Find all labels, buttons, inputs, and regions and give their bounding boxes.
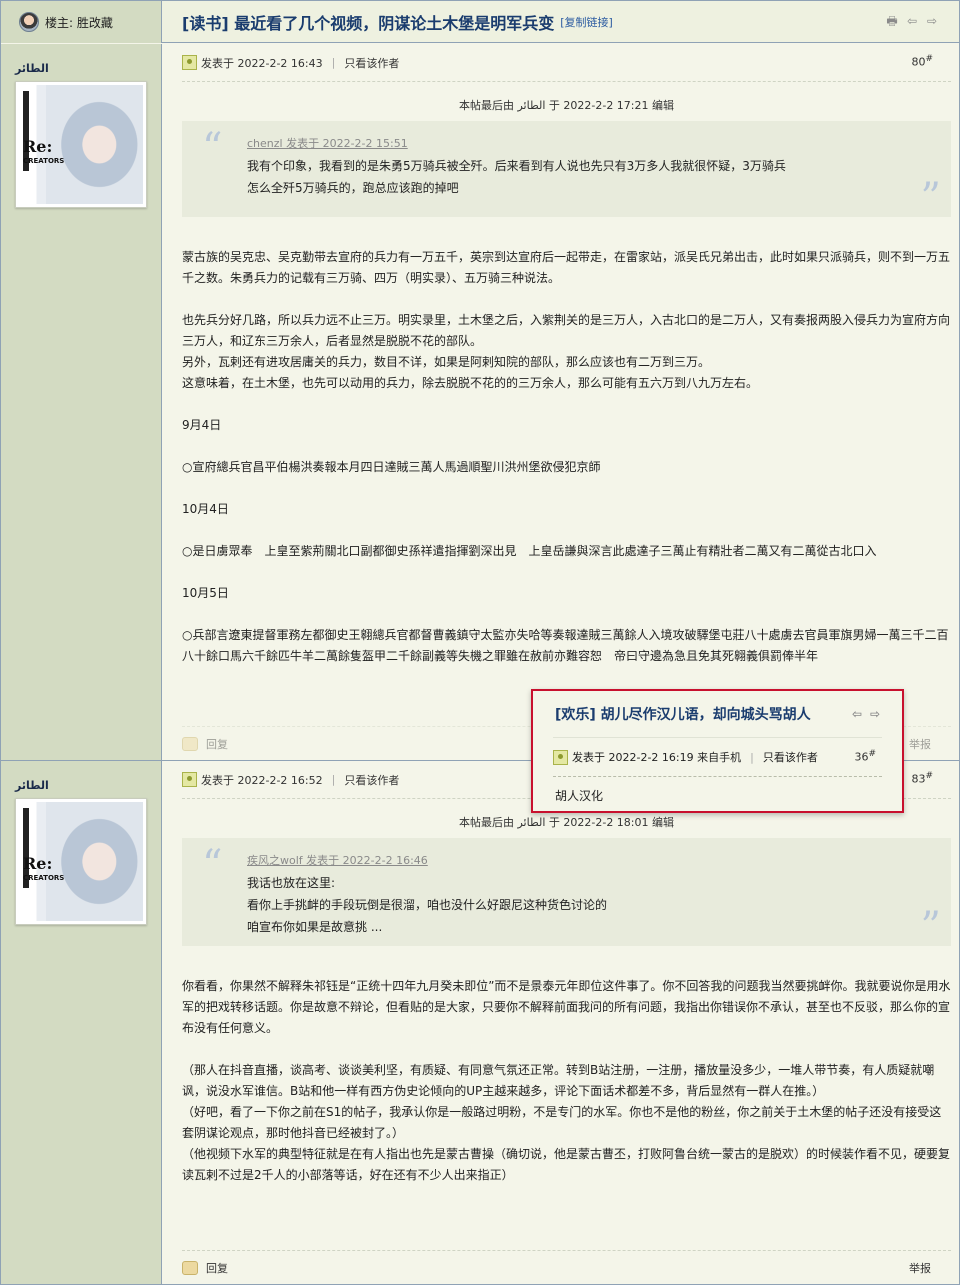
meta-divider: | (331, 56, 336, 69)
quote-open-icon: “ (202, 842, 223, 888)
body-paragraph: ○是日虜眾奉 上皇至紫荊關北口副都御史孫祥遣指揮劉深出見 上皇岳謙與深言此處達子… (182, 544, 877, 558)
thread-author-cell: 楼主: 胜改藏 (1, 1, 162, 43)
thread-author-label[interactable]: 楼主: 胜改藏 (45, 14, 113, 31)
popup-body: 胡人汉化 (555, 789, 604, 803)
post-body: 蒙古族的吴克忠、吴克勤带去宣府的兵力有一万五千，英宗到达宣府后一起带走，在雷家站… (182, 247, 951, 667)
thread-header: 楼主: 胜改藏 [读书] 最近看了几个视频，阴谋论土木堡是明军兵变 [复制链接]… (1, 1, 959, 43)
meta-divider: | (750, 750, 754, 764)
quote-block: “ chenzl 发表于 2022-2-2 15:51 我有个印象，我看到的是朱… (182, 121, 951, 221)
body-paragraph: 蒙古族的吴克忠、吴克勤带去宣府的兵力有一万五千，英宗到达宣府后一起带走，在雷家站… (182, 250, 951, 285)
body-paragraph: 10月5日 (182, 586, 229, 600)
quote-line: 怎么全歼5万骑兵的，跑总应该跑的掉吧 (247, 181, 459, 195)
post-author-sidebar: الطائر Re: CREATORS (1, 761, 162, 1284)
only-author-link[interactable]: 只看该作者 (344, 55, 399, 71)
body-paragraph (182, 436, 951, 457)
body-paragraph (182, 478, 951, 499)
forum-thread-page: 楼主: 胜改藏 [读书] 最近看了几个视频，阴谋论土木堡是明军兵变 [复制链接]… (0, 0, 960, 1285)
quote-line: 咱宣布你如果是故意挑 ... (247, 920, 383, 934)
reply-button[interactable]: 回复 (206, 1260, 228, 1276)
edit-note: 本帖最后由 الطائر 于 2022-2-2 18:01 编辑 (458, 816, 675, 829)
quote-open-icon: “ (202, 125, 223, 171)
thread-title[interactable]: [读书] 最近看了几个视频，阴谋论土木堡是明军兵变 (182, 10, 554, 34)
post-83: الطائر Re: CREATORS 发表于 2022-2-2 16:52 |… (1, 761, 959, 1284)
post-content: 发表于 2022-2-2 16:52 | 只看该作者 83# 本帖最后由 الط… (162, 761, 959, 1284)
meta-divider: | (331, 773, 336, 786)
quote-close-icon: ” (920, 175, 941, 221)
body-paragraph (182, 520, 951, 541)
floor-number-value: 83 (911, 772, 926, 786)
quote-source-link[interactable]: 疾风之wolf 发表于 2022-2-2 16:46 (247, 852, 911, 868)
post-date: 发表于 2022-2-2 16:52 (201, 773, 323, 787)
body-paragraph: 9月4日 (182, 418, 222, 432)
quote-line: 看你上手挑衅的手段玩倒是很溜，咱也没什么好跟尼这种货色讨论的 (247, 898, 608, 912)
popup-title-row: [欢乐] 胡儿尽作汉儿语，却向城头骂胡人 ⇦ ⇨ (533, 691, 902, 737)
body-paragraph (182, 394, 951, 415)
floor-number-value: 80 (911, 55, 926, 69)
body-paragraph: 也先兵分好几路，所以兵力远不止三万。明实录里，土木堡之后，入紫荆关的是三万人，入… (182, 313, 951, 348)
popup-only-author-link[interactable]: 只看该作者 (763, 749, 818, 765)
thread-nav-icons: 🖶 ⇦ ⇨ (885, 14, 939, 28)
post-80: الطائر Re: CREATORS 发表于 2022-2-2 16:43 |… (1, 44, 959, 760)
avatar[interactable]: Re: CREATORS (15, 798, 147, 925)
body-paragraph: （好吧，看了一下你之前在S1的帖子，我承认你是一般路过明粉，不是专门的水军。你也… (182, 1105, 942, 1140)
linked-post-popup[interactable]: [欢乐] 胡儿尽作汉儿语，却向城头骂胡人 ⇦ ⇨ 发表于 2022-2-2 16… (531, 689, 904, 813)
body-paragraph: ○兵部言遼東提督軍務左都御史王翱總兵官都督曹義鎮守太監亦失哈等奏報達賊三萬餘人入… (182, 628, 949, 663)
author-avatar-icon[interactable] (19, 12, 39, 32)
thread-title-cell: [读书] 最近看了几个视频，阴谋论土木堡是明军兵变 [复制链接] 🖶 ⇦ ⇨ (162, 1, 959, 42)
print-icon[interactable]: 🖶 (885, 14, 899, 28)
popup-floor-number[interactable]: 36# (854, 749, 876, 764)
floor-number[interactable]: 83# (911, 771, 933, 786)
quote-line: 我话也放在这里: (247, 876, 336, 890)
body-paragraph: 另外，瓦剌还有进攻居庸关的兵力，数目不详，如果是阿剌知院的部队，那么应该也有二万… (182, 355, 711, 369)
floor-number[interactable]: 80# (911, 54, 933, 69)
body-paragraph (182, 1039, 951, 1060)
body-paragraph: （他视频下水军的典型特征就是在有人指出也先是蒙古曹操（确切说，他是蒙古曹丕，打败… (182, 1147, 951, 1182)
post-date: 发表于 2022-2-2 16:43 (201, 56, 323, 70)
edit-note: 本帖最后由 الطائر 于 2022-2-2 17:21 编辑 (458, 99, 675, 112)
copy-link-button[interactable]: [复制链接] (560, 14, 613, 30)
next-arrow-icon[interactable]: ⇨ (868, 707, 882, 721)
quote-line: 我有个印象，我看到的是朱勇5万骑兵被全歼。后来看到有人说也先只有3万多人我就很怀… (247, 159, 786, 173)
popup-floor-number-value: 36 (854, 750, 869, 764)
report-button[interactable]: 举报 (909, 736, 931, 752)
quote-block: “ 疾风之wolf 发表于 2022-2-2 16:46 我话也放在这里: 看你… (182, 838, 951, 950)
prev-arrow-icon[interactable]: ⇦ (905, 14, 919, 28)
popup-nav: ⇦ ⇨ (850, 707, 882, 721)
reply-icon[interactable] (182, 1260, 198, 1275)
post-footer: 回复 举报 (182, 1250, 951, 1284)
online-status-icon (553, 749, 568, 765)
reply-icon[interactable] (182, 736, 198, 751)
popup-post-date: 发表于 2022-2-2 16:19 来自手机 (572, 751, 742, 764)
quote-source-link[interactable]: chenzl 发表于 2022-2-2 15:51 (247, 135, 911, 151)
body-paragraph: 你看看，你果然不解释朱祁钰是“正统十四年九月癸未即位”而不是景泰元年即位这件事了… (182, 979, 951, 1035)
post-content: 发表于 2022-2-2 16:43 | 只看该作者 80# 本帖最后由 الط… (162, 44, 959, 760)
body-paragraph: 10月4日 (182, 502, 229, 516)
only-author-link[interactable]: 只看该作者 (344, 772, 399, 788)
online-status-icon (182, 55, 197, 70)
popup-meta: 发表于 2022-2-2 16:19 来自手机 | 只看该作者 36# (553, 737, 882, 777)
body-paragraph (182, 604, 951, 625)
quote-close-icon: ” (920, 904, 941, 950)
body-paragraph (182, 562, 951, 583)
avatar[interactable]: Re: CREATORS (15, 81, 147, 208)
next-arrow-icon[interactable]: ⇨ (925, 14, 939, 28)
report-button[interactable]: 举报 (909, 1260, 931, 1276)
post-meta: 发表于 2022-2-2 16:43 | 只看该作者 80# (182, 44, 951, 82)
post-username[interactable]: الطائر (15, 779, 161, 792)
prev-arrow-icon[interactable]: ⇦ (850, 707, 864, 721)
popup-title[interactable]: [欢乐] 胡儿尽作汉儿语，却向城头骂胡人 (555, 704, 811, 724)
online-status-icon (182, 772, 197, 787)
body-paragraph (182, 289, 951, 310)
body-paragraph: ○宣府總兵官昌平伯楊洪奏報本月四日達賊三萬人馬過順聖川洪州堡欲侵犯京師 (182, 460, 601, 474)
post-author-sidebar: الطائر Re: CREATORS (1, 44, 162, 760)
post-username[interactable]: الطائر (15, 62, 161, 75)
post-body: 你看看，你果然不解释朱祁钰是“正统十四年九月癸未即位”而不是景泰元年即位这件事了… (182, 976, 951, 1186)
body-paragraph: 这意味着，在土木堡，也先可以动用的兵力，除去脱脱不花的的三万余人，那么可能有五六… (182, 376, 759, 390)
body-paragraph: （那人在抖音直播，谈高考、谈谈美利坚，有质疑、有同意气氛还正常。转到B站注册，一… (182, 1063, 935, 1098)
reply-button[interactable]: 回复 (206, 736, 228, 752)
